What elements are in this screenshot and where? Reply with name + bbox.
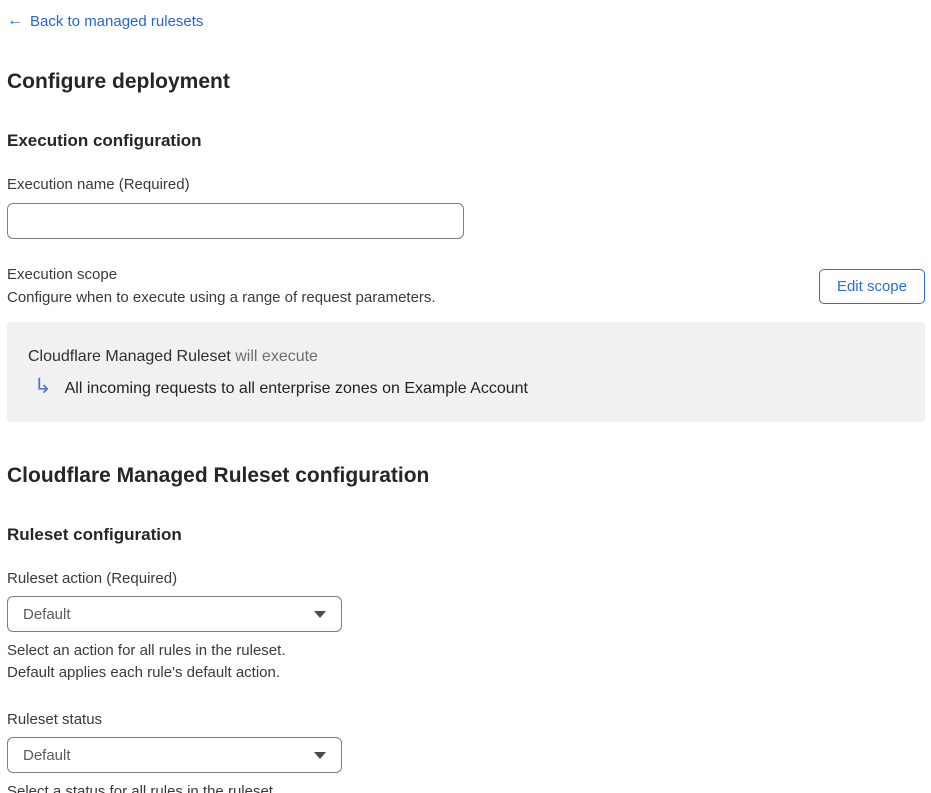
chevron-down-icon xyxy=(314,751,326,759)
execution-summary-panel: Cloudflare Managed Ruleset will execute … xyxy=(7,322,925,422)
edit-scope-button[interactable]: Edit scope xyxy=(818,268,925,304)
ruleset-name: Cloudflare Managed Ruleset xyxy=(28,348,231,365)
execution-name-label: Execution name (Required) xyxy=(7,176,190,193)
execution-configuration-heading: Execution configuration xyxy=(7,131,202,150)
ruleset-configuration-subheading: Ruleset configuration xyxy=(7,525,182,544)
execution-summary-headline: Cloudflare Managed Ruleset will execute xyxy=(28,348,905,366)
back-link-label: Back to managed rulesets xyxy=(30,12,204,30)
branch-arrow-icon: ↳ xyxy=(34,375,52,398)
back-arrow-icon: ← xyxy=(7,12,23,29)
ruleset-action-selected-value: Default xyxy=(23,605,71,623)
will-execute-text: will execute xyxy=(235,348,318,365)
execution-scope-text: Execution scope Configure when to execut… xyxy=(7,263,436,309)
execution-scope-description: Configure when to execute using a range … xyxy=(7,289,436,306)
ruleset-status-help: Select a status for all rules in the rul… xyxy=(7,783,278,793)
ruleset-status-selected-value: Default xyxy=(23,746,71,764)
ruleset-status-label: Ruleset status xyxy=(7,711,103,728)
execution-summary-scope: ↳ All incoming requests to all enterpris… xyxy=(28,375,905,398)
ruleset-action-help: Select an action for all rules in the ru… xyxy=(7,640,925,684)
chevron-down-icon xyxy=(314,610,326,618)
execution-scope-row: Execution scope Configure when to execut… xyxy=(7,263,925,309)
ruleset-action-label: Ruleset action (Required) xyxy=(7,570,178,587)
ruleset-status-select[interactable]: Default xyxy=(7,737,342,773)
configure-deployment-page: ← Back to managed rulesets Configure dep… xyxy=(0,0,931,793)
execution-scope-label: Execution scope xyxy=(7,266,118,283)
back-to-managed-rulesets-link[interactable]: ← Back to managed rulesets xyxy=(7,13,203,30)
ruleset-action-help-line1: Select an action for all rules in the ru… xyxy=(7,642,286,659)
execution-name-input[interactable] xyxy=(7,203,464,239)
ruleset-action-help-line2: Default applies each rule's default acti… xyxy=(7,664,281,681)
page-title: Configure deployment xyxy=(7,70,230,93)
scope-statement: All incoming requests to all enterprise … xyxy=(64,380,528,397)
ruleset-configuration-title: Cloudflare Managed Ruleset configuration xyxy=(7,464,430,487)
ruleset-action-select[interactable]: Default xyxy=(7,596,342,632)
